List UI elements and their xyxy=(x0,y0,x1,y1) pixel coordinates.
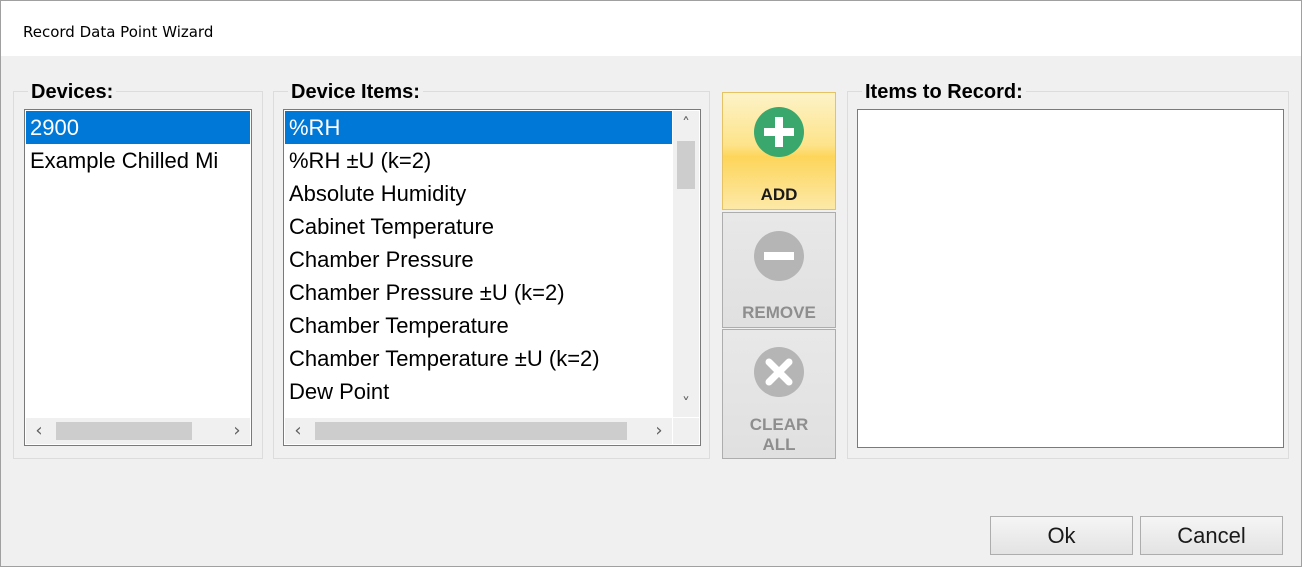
list-item-chamber-temperature[interactable]: Chamber Temperature xyxy=(285,309,672,342)
items-to-record-legend: Items to Record: xyxy=(862,82,1026,102)
chevron-right-icon[interactable]: › xyxy=(224,418,250,444)
items-to-record-group: Items to Record: xyxy=(847,82,1289,459)
clear-label-line1: CLEAR xyxy=(749,415,809,434)
window-title: Record Data Point Wizard xyxy=(23,23,214,41)
scrollbar-corner xyxy=(673,418,699,444)
add-label: ADD xyxy=(760,185,798,204)
clear-all-button[interactable]: CLEAR ALL xyxy=(722,329,836,459)
remove-button[interactable]: REMOVE xyxy=(722,212,836,328)
remove-label: REMOVE xyxy=(742,303,816,322)
list-item-chamber-pressure[interactable]: Chamber Pressure xyxy=(285,243,672,276)
items-to-record-listbox[interactable] xyxy=(857,109,1284,448)
chevron-left-icon[interactable]: ‹ xyxy=(26,418,52,444)
list-item-rh-uncertainty[interactable]: %RH ±U (k=2) xyxy=(285,144,672,177)
device-items-vertical-scrollbar[interactable]: ˄ ˅ xyxy=(673,111,699,417)
device-items-listbox[interactable]: %RH %RH ±U (k=2) Absolute Humidity Cabin… xyxy=(283,109,701,446)
devices-hscroll-thumb[interactable] xyxy=(56,422,192,440)
list-item-dew-point[interactable]: Dew Point xyxy=(285,375,672,408)
x-circle-icon xyxy=(754,347,804,397)
clear-label-line2: ALL xyxy=(762,435,796,454)
list-item-chamber-pressure-uncertainty[interactable]: Chamber Pressure ±U (k=2) xyxy=(285,276,672,309)
devices-horizontal-scrollbar[interactable]: ‹ › xyxy=(26,418,250,444)
title-bar: Record Data Point Wizard xyxy=(1,1,1301,56)
list-item-absolute-humidity[interactable]: Absolute Humidity xyxy=(285,177,672,210)
chevron-down-icon[interactable]: ˅ xyxy=(673,391,699,417)
add-button[interactable]: ADD xyxy=(722,92,836,210)
ok-button[interactable]: Ok xyxy=(990,516,1133,555)
list-item-device-2900[interactable]: 2900 xyxy=(26,111,250,144)
minus-circle-icon xyxy=(754,231,804,281)
chevron-left-icon[interactable]: ‹ xyxy=(285,418,311,444)
chevron-right-icon[interactable]: › xyxy=(646,418,672,444)
cancel-button[interactable]: Cancel xyxy=(1140,516,1283,555)
list-item-device-example-chilled-mirror[interactable]: Example Chilled Mi xyxy=(26,144,250,177)
devices-listbox[interactable]: 2900 Example Chilled Mi ‹ › xyxy=(24,109,252,446)
device-items-group: Device Items: %RH %RH ±U (k=2) Absolute … xyxy=(273,82,710,459)
devices-legend: Devices: xyxy=(28,82,117,102)
device-items-horizontal-scrollbar[interactable]: ‹ › xyxy=(285,418,672,444)
chevron-up-icon[interactable]: ˄ xyxy=(673,111,699,137)
device-items-hscroll-thumb[interactable] xyxy=(315,422,627,440)
device-items-legend: Device Items: xyxy=(288,82,423,102)
device-items-list: %RH %RH ±U (k=2) Absolute Humidity Cabin… xyxy=(285,111,672,408)
device-items-vscroll-thumb[interactable] xyxy=(677,141,695,189)
list-item-rh[interactable]: %RH xyxy=(285,111,672,144)
plus-circle-icon xyxy=(754,107,804,157)
clear-all-label: CLEAR ALL xyxy=(723,415,835,455)
list-item-chamber-temperature-uncertainty[interactable]: Chamber Temperature ±U (k=2) xyxy=(285,342,672,375)
devices-list: 2900 Example Chilled Mi xyxy=(26,111,250,177)
list-item-cabinet-temperature[interactable]: Cabinet Temperature xyxy=(285,210,672,243)
devices-group: Devices: 2900 Example Chilled Mi ‹ › xyxy=(13,82,263,459)
